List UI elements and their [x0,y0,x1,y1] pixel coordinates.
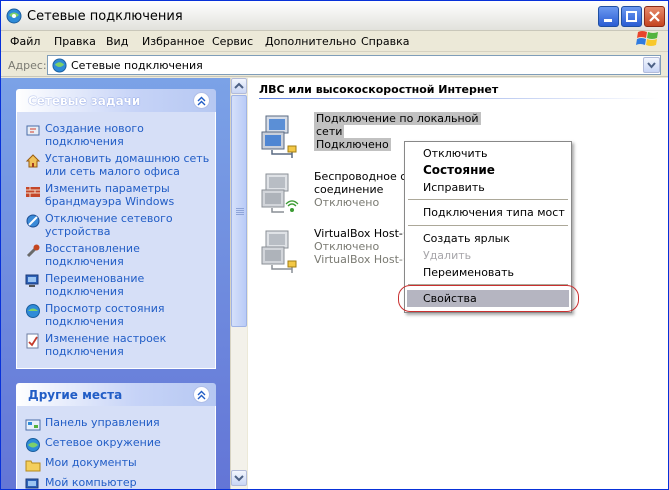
grip-line [236,210,244,211]
minimize-button[interactable] [598,6,619,27]
virtualbox-connection-icon [261,230,297,273]
ctx-create-shortcut[interactable]: Создать ярлык [407,230,569,247]
ctx-label: Удалить [423,249,472,262]
lan-connection-icon [261,115,297,158]
task-label: Изменить параметры брандмауэра Windows [45,182,175,208]
chevron-down-icon [234,475,244,482]
firewall-icon [26,187,40,197]
control-panel-icon [25,419,41,431]
scroll-up-button[interactable] [231,78,247,94]
network-tasks-header[interactable]: Сетевые задачи [16,89,216,112]
task-label: Восстановление подключения [45,242,140,268]
address-label: Адрес: [8,59,47,72]
task-label: Отключение сетевого устройства [45,212,173,238]
scroll-thumb[interactable] [231,95,247,327]
ctx-repair[interactable]: Исправить [407,179,569,196]
ctx-rename[interactable]: Переименовать [407,264,569,281]
status-icon [26,304,40,318]
task-label: Установить домашнюю сеть или сеть малого… [45,152,210,178]
task-pane-scrollbar[interactable] [230,78,247,489]
connection-status: Отключено [314,196,380,209]
maximize-button[interactable] [621,6,642,27]
network-tasks-title: Сетевые задачи [28,94,141,108]
task-pane: Сетевые задачи Создание нового подключен… [1,78,230,489]
connection-name-line2: сети [314,125,345,138]
ctx-bridge-connections[interactable]: Подключения типа мост [407,204,569,221]
settings-icon [26,333,39,349]
menu-favorites[interactable]: Избранное [142,35,204,48]
task-label: Изменение настроек подключения [45,332,167,358]
ctx-label: Отключить [423,147,488,160]
window-title: Сетевые подключения [27,9,183,24]
ctx-label: Исправить [423,181,485,194]
home-network-icon [25,154,41,168]
group-divider [259,98,659,99]
menu-edit[interactable]: Правка [54,35,96,48]
rename-icon [25,274,39,287]
disable-device-icon [26,214,40,228]
task-label: Создание нового подключения [45,122,144,148]
connection-status: Подключено [314,138,391,151]
close-button[interactable] [644,6,665,27]
network-connections-icon [52,58,67,73]
ctx-label: Состояние [423,163,495,177]
task-label: Переименование подключения [45,272,145,298]
ctx-label: Подключения типа мост [423,206,565,219]
chevron-up-icon [234,82,244,89]
chevron-down-icon [647,62,656,69]
my-computer-icon [25,478,39,489]
place-label: Панель управления [45,416,160,429]
ctx-separator [408,225,568,226]
other-places-header[interactable]: Другие места [16,383,216,406]
place-label: Мои документы [45,456,137,469]
other-places-title: Другие места [28,388,123,402]
place-label: Мой компьютер [45,476,137,489]
group-title: ЛВС или высокоскоростной Интернет [259,83,499,96]
chevron-up-icon [197,390,206,400]
my-documents-icon [25,460,41,472]
menu-bar: Файл Правка Вид Избранное Сервис Дополни… [1,31,668,52]
close-icon [649,11,660,22]
address-input[interactable]: Сетевые подключения [47,55,661,75]
task-label: Просмотр состояния подключения [45,302,165,328]
ctx-status[interactable]: Состояние [407,162,569,179]
address-value: Сетевые подключения [71,59,203,72]
grip-line [236,214,244,215]
place-label: Сетевое окружение [45,436,161,449]
scroll-down-button[interactable] [231,470,247,486]
menu-help[interactable]: Справка [361,35,409,48]
chevron-up-icon [197,96,206,106]
maximize-icon [626,11,637,22]
ctx-label: Переименовать [423,266,515,279]
ctx-separator [408,199,568,200]
menu-tools[interactable]: Сервис [212,35,253,48]
menu-file[interactable]: Файл [10,35,40,48]
windows-logo-icon [636,31,658,46]
connection-status: Отключено [314,240,380,253]
title-bar[interactable]: Сетевые подключения [1,1,668,31]
connection-name: Подключение по локальной [314,112,481,125]
connection-name-line2: соединение [314,183,384,196]
collapse-other-places-button[interactable] [193,386,210,403]
other-places-panel: Панель управления Сетевое окружение Мои … [16,406,216,489]
network-tasks-panel: Создание нового подключения Установить д… [16,112,216,369]
new-connection-icon [26,125,40,136]
menu-view[interactable]: Вид [106,35,128,48]
grip-line [236,208,244,209]
network-places-icon [26,438,40,452]
highlight-annotation [398,285,579,312]
collapse-network-tasks-button[interactable] [193,92,210,109]
ctx-delete: Удалить [407,247,569,264]
menu-advanced[interactable]: Дополнительно [265,35,356,48]
repair-icon [26,244,40,258]
wireless-connection-icon [261,173,299,213]
network-connections-window: Сетевые подключения Файл Правка Вид Избр… [0,0,669,490]
network-connections-icon [6,8,22,24]
minimize-icon [604,19,612,22]
grip-line [236,212,244,213]
address-dropdown-button[interactable] [643,57,660,73]
ctx-label: Создать ярлык [423,232,510,245]
address-bar: Адрес: Сетевые подключения [1,53,668,77]
ctx-disable[interactable]: Отключить [407,145,569,162]
